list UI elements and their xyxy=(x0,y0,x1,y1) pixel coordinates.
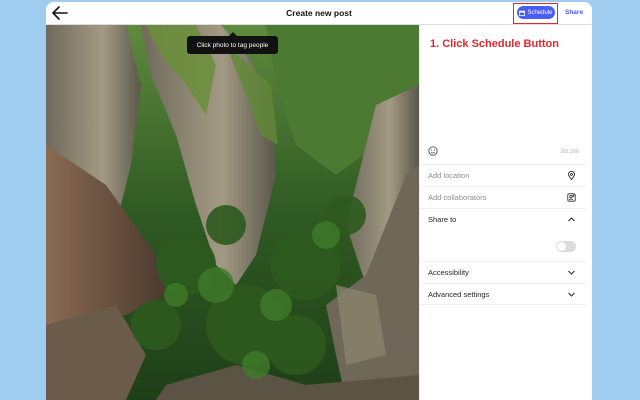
chevron-down-icon xyxy=(568,292,575,297)
schedule-button[interactable]: Schedule xyxy=(517,6,555,19)
chevron-down-icon xyxy=(568,270,575,275)
chevron-up-icon xyxy=(568,217,575,222)
add-collaborators-label: Add collaborators xyxy=(428,193,487,202)
modal-header: Create new post Schedule Share xyxy=(46,2,592,25)
share-to-row[interactable]: Share to xyxy=(420,208,586,230)
accessibility-row[interactable]: Accessibility xyxy=(420,261,586,283)
post-photo[interactable]: Click photo to tag people xyxy=(46,25,419,400)
share-to-label: Share to xyxy=(428,215,457,224)
add-collaborators-row[interactable]: Add collaborators xyxy=(420,186,586,208)
add-location-label: Add location xyxy=(428,171,470,180)
page-title: Create new post xyxy=(286,8,352,18)
instruction-annotation: 1. Click Schedule Button xyxy=(430,38,559,50)
post-details-panel: 1. Click Schedule Button 0/2,200 Add loc… xyxy=(419,25,592,400)
advanced-settings-row[interactable]: Advanced settings xyxy=(420,283,586,305)
schedule-button-label: Schedule xyxy=(527,9,553,16)
share-to-toggle[interactable] xyxy=(556,241,576,252)
toggle-knob xyxy=(557,242,566,251)
advanced-settings-label: Advanced settings xyxy=(428,290,490,299)
add-location-row[interactable]: Add location xyxy=(420,164,586,186)
share-button[interactable]: Share xyxy=(565,9,583,16)
character-count: 0/2,200 xyxy=(560,149,579,155)
location-pin-icon xyxy=(568,171,575,180)
create-post-modal: Create new post Schedule Share Click pho… xyxy=(46,2,592,400)
emoji-icon[interactable] xyxy=(428,146,438,156)
mountain-photo xyxy=(46,25,419,400)
add-person-icon xyxy=(567,193,576,202)
accessibility-label: Accessibility xyxy=(428,268,469,277)
calendar-icon xyxy=(519,10,526,16)
tag-people-tooltip: Click photo to tag people xyxy=(187,32,278,54)
